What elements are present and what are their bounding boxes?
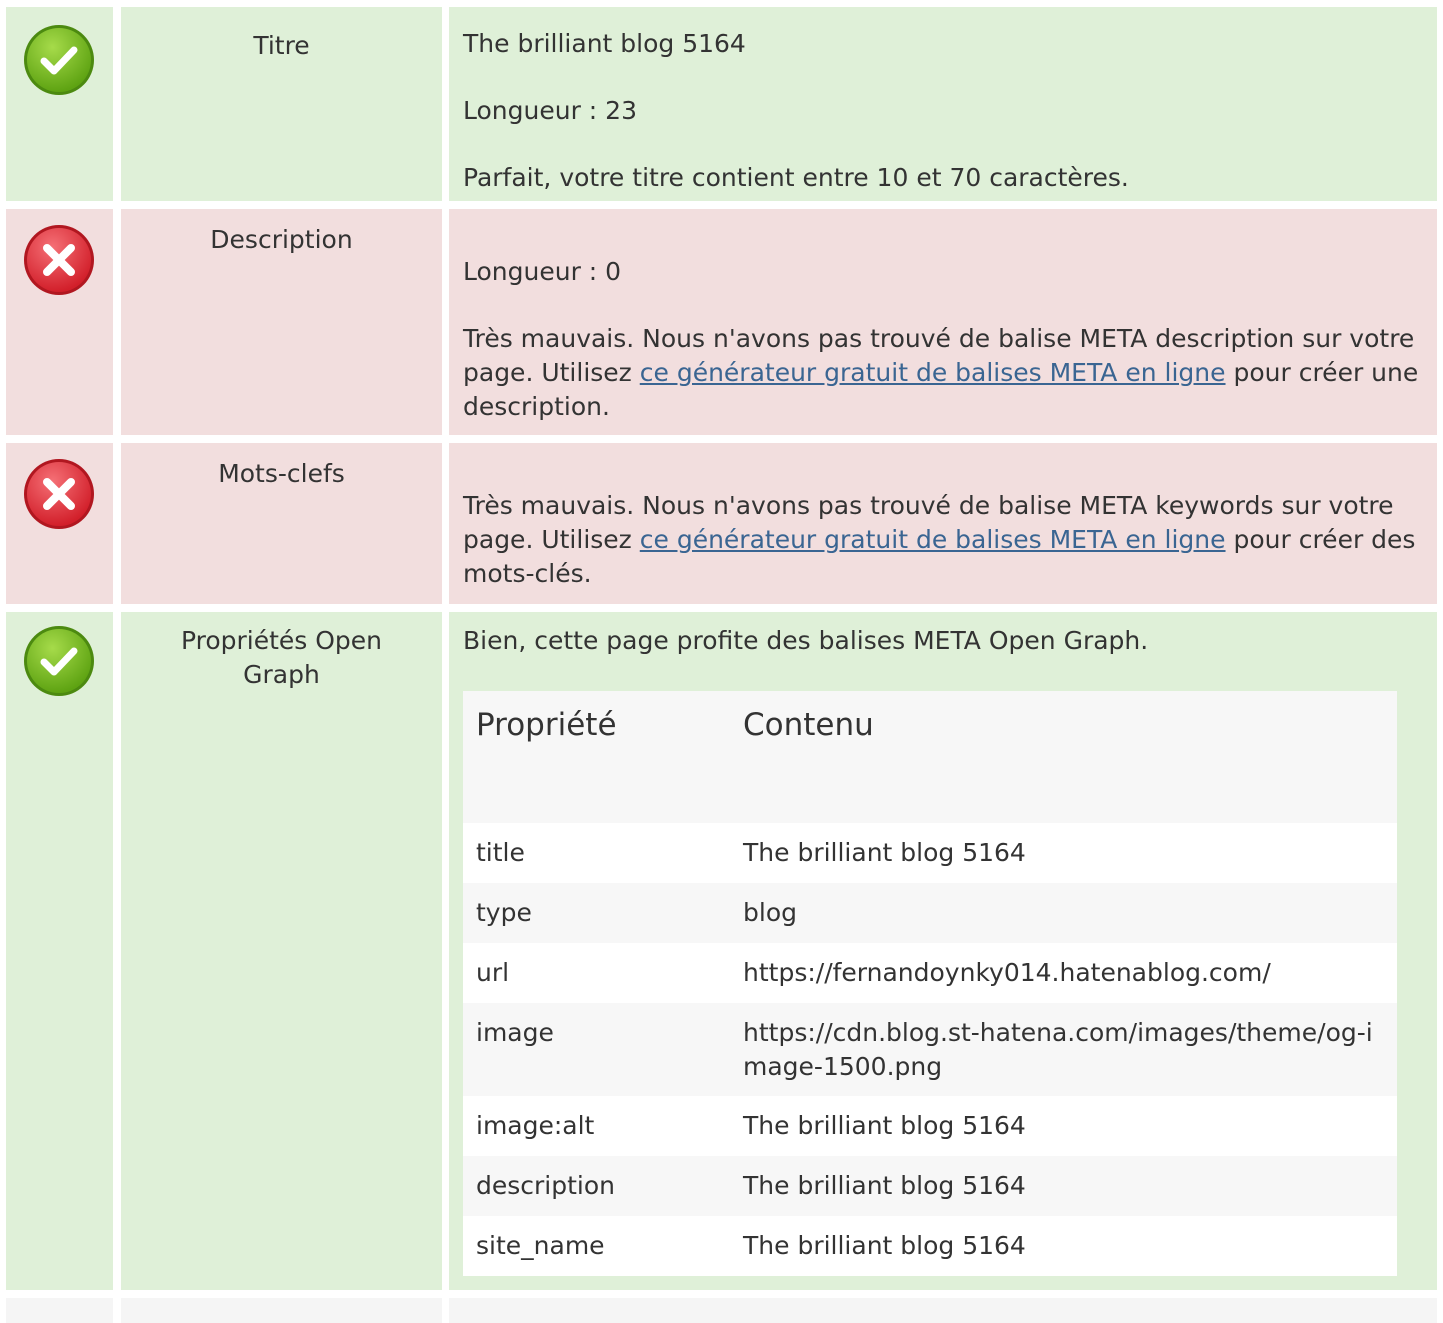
content-cell: The brilliant blog 5164	[743, 1231, 1026, 1260]
property-cell: site_name	[476, 1231, 605, 1260]
row-content: Longueur : 0 Très mauvais. Nous n'avons …	[449, 209, 1437, 435]
result-row-description: Description Longueur : 0 Très mauvais. N…	[0, 209, 1443, 435]
description-length: Longueur : 0	[463, 257, 622, 286]
cross-circle-icon	[24, 225, 94, 295]
table-row: url https://fernandoynky014.hatenablog.c…	[463, 943, 1397, 1003]
status-cell	[6, 612, 113, 1290]
meta-generator-link[interactable]: ce générateur gratuit de balises META en…	[640, 525, 1226, 554]
property-cell: image:alt	[476, 1111, 595, 1140]
row-label: Titre	[121, 7, 442, 201]
row-content	[449, 1298, 1437, 1323]
content-cell: The brilliant blog 5164	[743, 838, 1026, 867]
result-row-next	[0, 1298, 1443, 1323]
open-graph-table: Propriété Contenu title The brilliant bl…	[463, 691, 1397, 1276]
open-graph-message: Bien, cette page profite des balises MET…	[463, 626, 1149, 655]
row-label: Propriétés Open Graph	[121, 612, 442, 1290]
property-cell: description	[476, 1171, 616, 1200]
result-row-keywords: Mots-clefs Très mauvais. Nous n'avons pa…	[0, 443, 1443, 604]
column-header-content: Contenu	[743, 707, 874, 743]
title-message: Parfait, votre titre contient entre 10 e…	[463, 163, 1129, 192]
check-circle-icon	[24, 25, 94, 95]
title-length: Longueur : 23	[463, 96, 637, 125]
result-row-title: Titre The brilliant blog 5164 Longueur :…	[0, 7, 1443, 201]
content-cell: https://cdn.blog.st-hatena.com/images/th…	[743, 1018, 1373, 1081]
row-content: The brilliant blog 5164 Longueur : 23 Pa…	[449, 7, 1437, 201]
status-cell	[6, 443, 113, 604]
row-label	[121, 1298, 442, 1323]
table-row: description The brilliant blog 5164	[463, 1156, 1397, 1216]
content-cell: The brilliant blog 5164	[743, 1171, 1026, 1200]
row-content: Très mauvais. Nous n'avons pas trouvé de…	[449, 443, 1437, 604]
content-cell: https://fernandoynky014.hatenablog.com/	[743, 958, 1271, 987]
table-row: image:alt The brilliant blog 5164	[463, 1096, 1397, 1156]
check-circle-icon	[24, 626, 94, 696]
property-cell: type	[476, 898, 532, 927]
table-row: title The brilliant blog 5164	[463, 823, 1397, 883]
content-cell: blog	[743, 898, 797, 927]
description-message: Très mauvais. Nous n'avons pas trouvé de…	[463, 324, 1419, 421]
keywords-message: Très mauvais. Nous n'avons pas trouvé de…	[463, 491, 1416, 588]
property-cell: title	[476, 838, 525, 867]
content-cell: The brilliant blog 5164	[743, 1111, 1026, 1140]
status-cell	[6, 209, 113, 435]
table-header: Propriété Contenu	[463, 691, 1397, 823]
cross-circle-icon	[24, 459, 94, 529]
status-cell	[6, 7, 113, 201]
title-value: The brilliant blog 5164	[463, 29, 746, 58]
column-header-property: Propriété	[476, 707, 617, 743]
row-label: Mots-clefs	[121, 443, 442, 604]
property-cell: url	[476, 958, 510, 987]
property-cell: image	[476, 1018, 554, 1047]
table-row: image https://cdn.blog.st-hatena.com/ima…	[463, 1003, 1397, 1096]
row-label: Description	[121, 209, 442, 435]
meta-generator-link[interactable]: ce générateur gratuit de balises META en…	[640, 358, 1226, 387]
table-row: site_name The brilliant blog 5164	[463, 1216, 1397, 1276]
status-cell	[6, 1298, 113, 1323]
table-row: type blog	[463, 883, 1397, 943]
